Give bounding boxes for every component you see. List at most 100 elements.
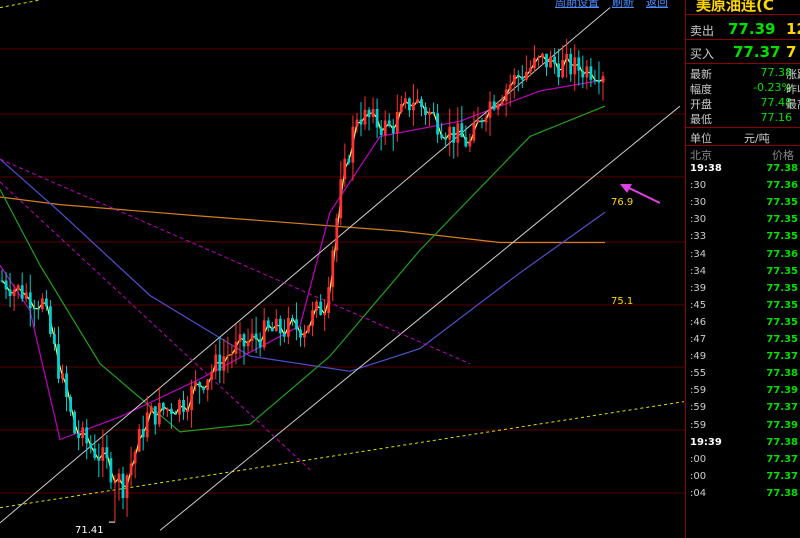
tick-row: :00 77.37: [686, 471, 800, 488]
candle-body: [412, 102, 415, 111]
candle-body: [28, 292, 32, 309]
stat-value: 77.38: [760, 66, 793, 79]
divider: [686, 39, 800, 40]
candle-body: [254, 333, 258, 340]
candle-body: [282, 333, 286, 337]
candle-body: [93, 448, 97, 458]
tick-price: 77.35: [766, 197, 798, 209]
instrument-title: 美原油连(C: [696, 0, 774, 14]
candle-body: [315, 301, 318, 311]
tick-price: 77.35: [766, 265, 798, 277]
candle-body: [45, 298, 48, 307]
candle-body: [476, 120, 480, 123]
candle-body: [109, 458, 113, 483]
candle-body: [12, 289, 16, 297]
candle-body: [500, 101, 504, 105]
stat-row: 最新 77.38 涨跌: [686, 66, 800, 82]
candle-body: [65, 373, 68, 397]
candle-body: [537, 57, 540, 59]
candle-body: [206, 379, 210, 390]
candle-body: [533, 58, 536, 69]
candle-body: [161, 402, 165, 411]
candle-body: [561, 60, 565, 78]
tick-time: 19:38: [690, 163, 722, 174]
tick-time: :33: [690, 231, 707, 243]
candle-body: [508, 84, 512, 90]
tick-header: 北京 价格: [686, 147, 800, 163]
tick-time: 19:39: [690, 436, 722, 448]
tick-time: :59: [690, 385, 707, 397]
candle-body: [153, 406, 157, 425]
candle-body: [319, 301, 323, 315]
stat-value: 77.48: [760, 96, 793, 109]
candle-body: [553, 56, 556, 64]
candle-body: [303, 332, 306, 338]
candle-body: [69, 397, 72, 412]
candle-body: [242, 334, 246, 347]
tick-time: :59: [690, 402, 707, 414]
tick-row: :59 77.37: [686, 402, 800, 419]
candle-body: [278, 318, 282, 334]
candle-body: [355, 119, 359, 127]
candle-body: [581, 70, 585, 78]
tick-list[interactable]: 19:38 77.38:30 77.36:30 77.35:30 77.35:33 77.…: [686, 163, 800, 538]
stat-row: 开盘 77.48 最高: [686, 96, 800, 112]
stat-value: -0.23%: [753, 81, 792, 94]
candle-body: [174, 413, 177, 415]
stat-label: 最低: [690, 113, 712, 126]
tick-row: :45 77.35: [686, 300, 800, 317]
candle-body: [335, 218, 339, 251]
candle-body: [549, 56, 552, 68]
candle-body: [262, 320, 266, 348]
candlestick-chart[interactable]: 周期设置 刷新 返回 76.9 75.1 71.41: [0, 0, 684, 538]
tick-price: 77.38: [766, 436, 798, 448]
tick-row: :34 77.35: [686, 266, 800, 283]
stat-label: 幅度: [690, 83, 712, 96]
candle-body: [347, 158, 351, 163]
candle-body: [24, 292, 28, 299]
divider: [686, 127, 800, 128]
candle-body: [258, 339, 262, 348]
candle-body: [339, 179, 343, 219]
candle-body: [32, 308, 36, 310]
candle-body: [295, 319, 298, 330]
candle-body: [428, 111, 431, 115]
candle-body: [379, 127, 383, 135]
stat-row: 最低 77.16: [686, 111, 800, 127]
tick-row: 19:39 77.38: [686, 437, 800, 454]
candle-body: [89, 443, 93, 449]
candle-body: [129, 463, 133, 476]
ma-magenta-line: [0, 79, 606, 441]
candle-body: [214, 354, 218, 372]
ma-fast-line: [1, 54, 604, 488]
candle-body: [222, 356, 226, 371]
unit-value: 元/吨: [744, 132, 770, 145]
candle-body: [327, 287, 331, 313]
tick-row: :46 77.35: [686, 317, 800, 334]
candle-body: [85, 427, 89, 444]
candle-body: [182, 400, 185, 412]
candle-body: [113, 482, 117, 484]
candle-body: [274, 318, 278, 332]
tick-time: :30: [690, 197, 707, 209]
tick-time: :55: [690, 368, 707, 380]
candle-body: [307, 325, 310, 333]
buy-label: 买入: [690, 47, 715, 61]
tick-price: 77.35: [766, 299, 798, 311]
candle-body: [351, 126, 355, 163]
buy-price: 77.37: [733, 43, 781, 61]
tick-price: 77.37: [766, 453, 798, 465]
candle-body: [210, 371, 214, 380]
candle-body: [516, 75, 520, 77]
candle-body: [525, 71, 528, 80]
tick-price: 77.38: [766, 368, 798, 380]
candle-body: [234, 341, 238, 354]
candle-body: [141, 429, 145, 438]
candle-body: [573, 57, 577, 75]
candle-body: [101, 447, 105, 461]
candle-body: [444, 138, 448, 140]
candle-body: [375, 109, 379, 128]
tick-price: 77.38: [766, 487, 798, 499]
tick-row: :30 77.36: [686, 180, 800, 197]
candle-body: [367, 109, 371, 118]
